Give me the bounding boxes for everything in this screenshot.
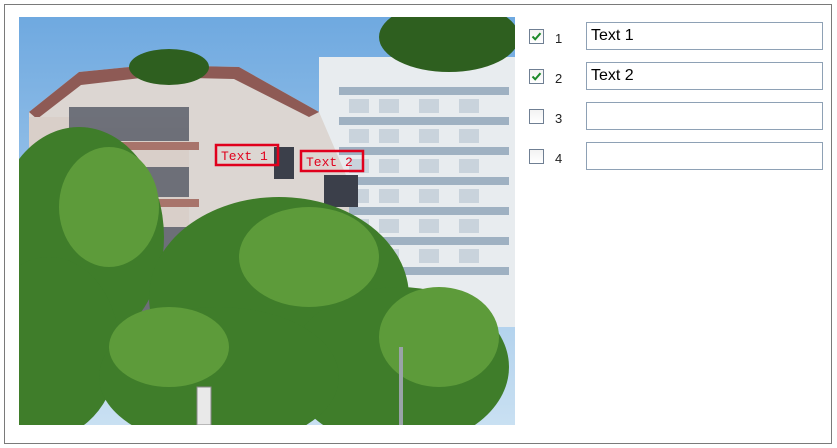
osd-row-1: 1 (529, 22, 829, 62)
osd-row-3: 3 (529, 102, 829, 142)
osd-row-3-number: 3 (555, 111, 563, 126)
osd-row-3-checkbox[interactable] (529, 109, 544, 124)
osd-overlay-1-label: Text 1 (221, 149, 268, 164)
osd-row-1-checkbox[interactable] (529, 29, 544, 44)
osd-row-4-text-field[interactable] (586, 142, 823, 170)
checkmark-icon (531, 72, 542, 81)
osd-row-1-number: 1 (555, 31, 563, 46)
osd-overlay-2-label: Text 2 (306, 155, 353, 170)
camera-preview-image: Text 1 Text 2 (19, 17, 515, 425)
osd-row-2-text-field[interactable] (586, 62, 823, 90)
osd-row-4: 4 (529, 142, 829, 182)
checkmark-icon (531, 32, 542, 41)
osd-row-2: 2 (529, 62, 829, 102)
osd-row-3-text-field[interactable] (586, 102, 823, 130)
osd-row-4-checkbox[interactable] (529, 149, 544, 164)
osd-row-2-number: 2 (555, 71, 563, 86)
osd-row-2-checkbox[interactable] (529, 69, 544, 84)
osd-text-settings-panel: Text 1 Text 2 1 2 (4, 4, 832, 444)
osd-row-4-number: 4 (555, 151, 563, 166)
osd-row-1-text-field[interactable] (586, 22, 823, 50)
osd-text-list: 1 2 3 (529, 22, 829, 182)
